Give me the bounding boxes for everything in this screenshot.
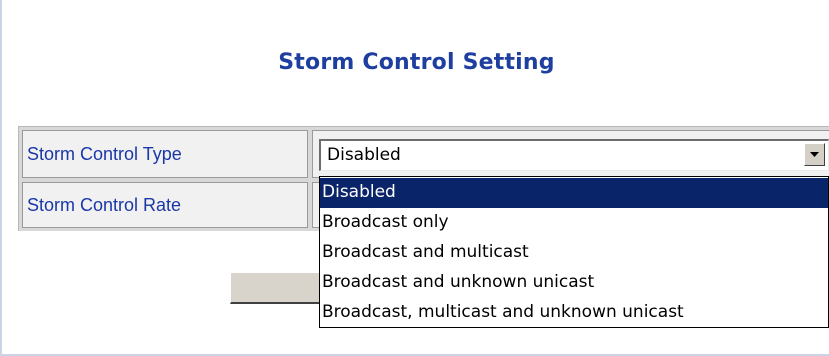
storm-control-type-label: Storm Control Type — [22, 130, 308, 178]
page-title: Storm Control Setting — [278, 50, 555, 75]
chevron-down-icon — [810, 152, 819, 157]
option-disabled[interactable]: Disabled — [320, 178, 828, 208]
storm-control-type-select[interactable]: Disabled — [319, 139, 829, 171]
storm-control-type-options: Disabled Broadcast only Broadcast and mu… — [319, 176, 829, 328]
storm-control-rate-label: Storm Control Rate — [22, 182, 308, 228]
page-frame: Storm Control Setting Storm Control Type… — [0, 0, 829, 356]
option-broadcast-and-unknown-unicast[interactable]: Broadcast and unknown unicast — [320, 268, 828, 298]
storm-control-type-selected-value: Disabled — [327, 145, 401, 165]
dropdown-arrow-button[interactable] — [804, 143, 825, 166]
option-broadcast-only[interactable]: Broadcast only — [320, 208, 828, 238]
option-broadcast-multicast-and-unknown-unicast[interactable]: Broadcast, multicast and unknown unicast — [320, 298, 828, 328]
option-broadcast-and-multicast[interactable]: Broadcast and multicast — [320, 238, 828, 268]
